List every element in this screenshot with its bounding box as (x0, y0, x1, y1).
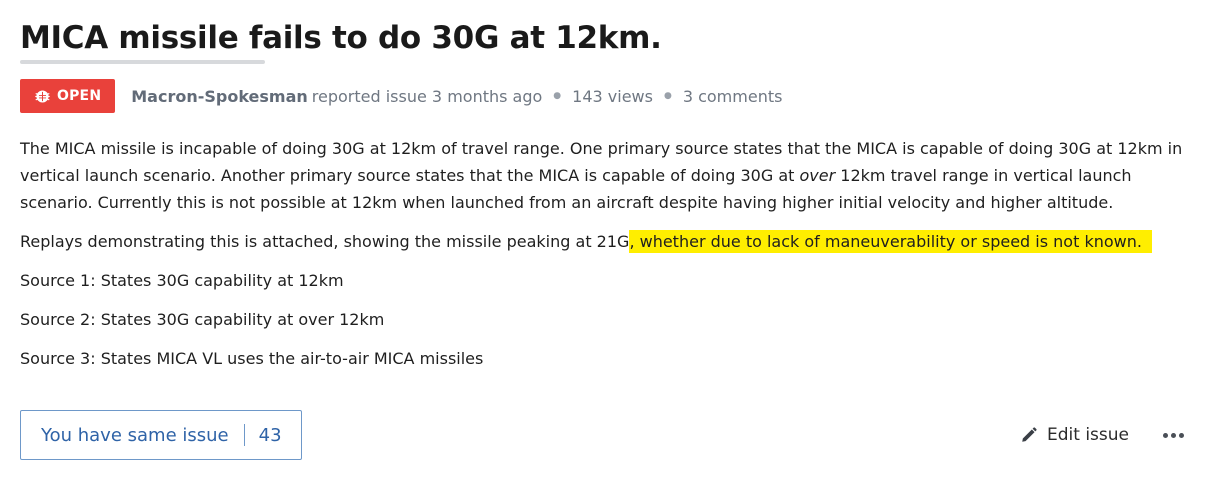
edit-issue-label: Edit issue (1047, 425, 1129, 445)
button-divider (243, 424, 245, 446)
comments-count[interactable]: 3 comments (683, 87, 783, 106)
source-line: Source 3: States MICA VL uses the air-to… (20, 349, 484, 368)
status-badge: OPEN (20, 79, 116, 113)
edit-issue-button[interactable]: Edit issue (1020, 425, 1129, 445)
body-paragraph: The MICA missile is incapable of doing 3… (20, 135, 1200, 216)
title-underline (20, 60, 265, 64)
more-dot (1170, 432, 1176, 438)
meta-separator: ● (553, 91, 562, 101)
issue-title: MICA missile fails to do 30G at 12km. (20, 20, 662, 56)
more-dot (1178, 432, 1184, 438)
highlighted-text: , whether due to lack of maneuverability… (629, 230, 1152, 253)
more-horizontal-icon[interactable] (1161, 432, 1185, 438)
source-line: Source 1: States 30G capability at 12km (20, 271, 344, 290)
views-count: 143 views (572, 86, 653, 106)
same-issue-count: 43 (258, 424, 282, 446)
issue-page: MICA missile fails to do 30G at 12km. OP… (0, 0, 1227, 486)
author-link[interactable]: Macron-Spokesman (131, 87, 308, 106)
more-dot (1162, 432, 1168, 438)
status-label: OPEN (57, 88, 102, 104)
bug-icon (35, 89, 50, 103)
issue-meta: OPEN Macron-Spokesman reported issue 3 m… (20, 79, 1227, 113)
source-line: Source 2: States 30G capability at over … (20, 310, 385, 329)
body-text: Replays demonstrating this is attached, … (20, 232, 630, 251)
right-actions: Edit issue (1020, 425, 1185, 445)
pencil-icon (1022, 427, 1037, 442)
same-issue-button[interactable]: You have same issue 43 (20, 410, 302, 460)
issue-body: The MICA missile is incapable of doing 3… (20, 135, 1200, 372)
reported-text: reported issue 3 months ago (311, 86, 543, 106)
body-paragraph: Replays demonstrating this is attached, … (20, 228, 1200, 255)
meta-separator: ● (663, 91, 672, 101)
same-issue-label: You have same issue (41, 424, 229, 446)
issue-actions: You have same issue 43 Edit issue (20, 410, 1185, 460)
body-emphasis: over (799, 166, 836, 185)
